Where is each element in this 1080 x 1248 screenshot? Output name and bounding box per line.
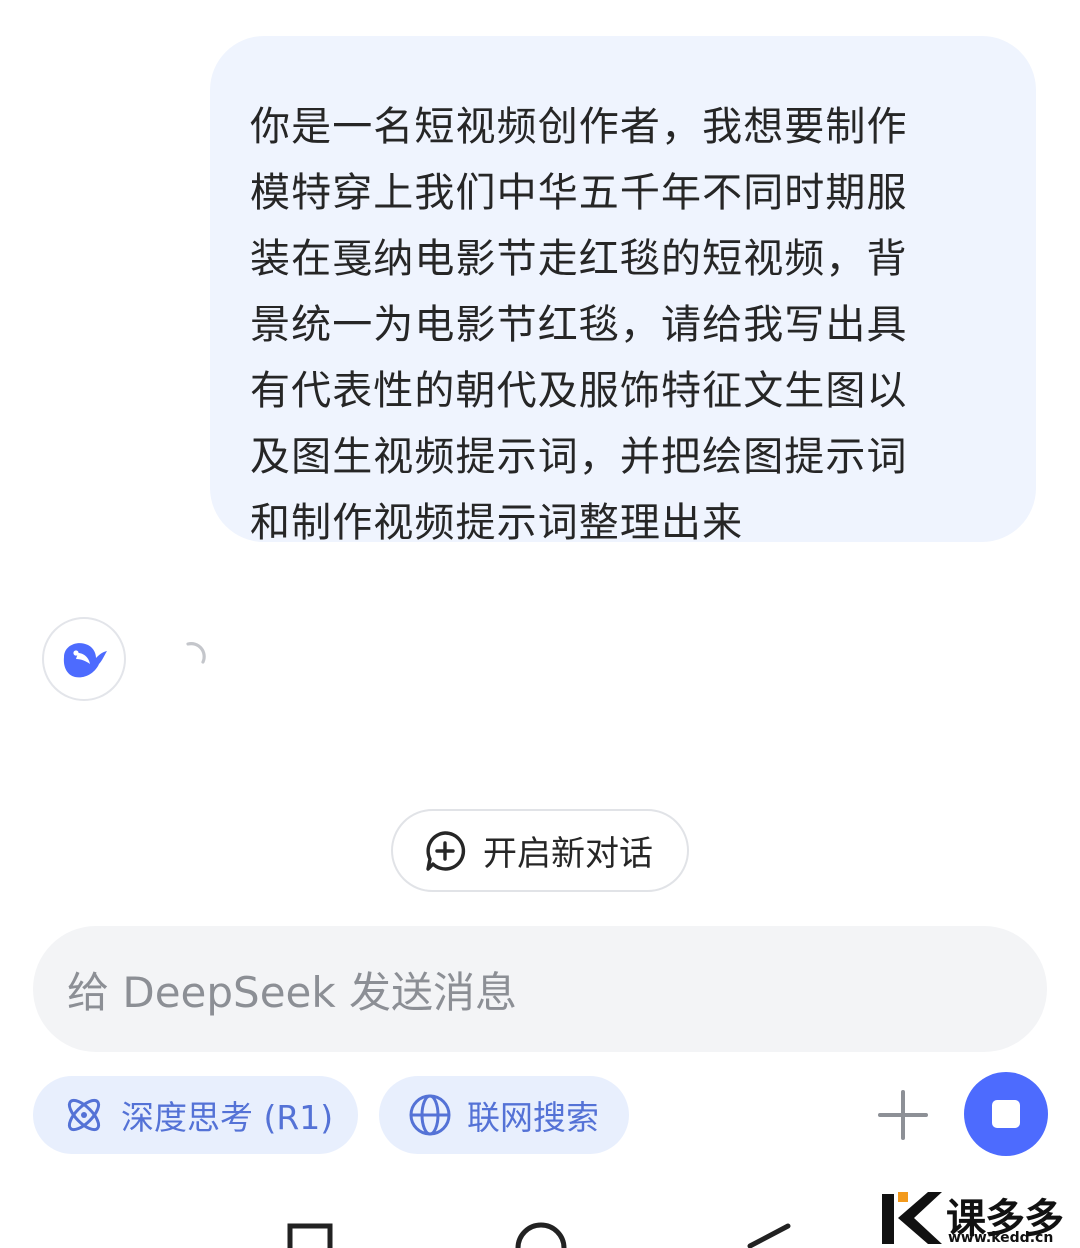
user-message-line: 有代表性的朝代及服饰特征文生图以: [250, 368, 908, 414]
user-message-bubble: 你是一名短视频创作者，我想要制作 模特穿上我们中华五千年不同时期服 装在戛纳电影…: [210, 36, 1036, 546]
deepseek-whale-icon: [63, 643, 107, 678]
user-message-line: 模特穿上我们中华五千年不同时期服: [250, 170, 908, 216]
recents-nav-icon[interactable]: [286, 1222, 334, 1248]
back-nav-icon[interactable]: [742, 1222, 792, 1248]
deepthink-label: 深度思考 (R1): [121, 1098, 334, 1137]
user-message-line: 及图生视频提示词，并把绘图提示词: [250, 434, 908, 480]
new-chat-button[interactable]: 开启新对话: [391, 809, 689, 892]
user-message-line: 景统一为电影节红毯，请给我写出具: [250, 302, 908, 348]
stop-button[interactable]: [964, 1072, 1048, 1156]
watermark-url: www.kedd.cn: [948, 1230, 1054, 1246]
kedd-logo-icon: [882, 1192, 942, 1244]
chat-plus-icon: [426, 830, 466, 871]
new-chat-label: 开启新对话: [483, 834, 653, 874]
message-input[interactable]: 给 DeepSeek 发送消息: [33, 926, 1047, 1052]
user-message-line: 装在戛纳电影节走红毯的短视频，背: [250, 236, 908, 282]
loading-spinner-icon: [186, 642, 206, 664]
atom-icon: [67, 1098, 101, 1132]
home-nav-icon[interactable]: [514, 1222, 568, 1248]
user-message-line: 你是一名短视频创作者，我想要制作: [250, 104, 908, 150]
assistant-avatar: [42, 617, 126, 701]
web-search-label: 联网搜索: [467, 1098, 599, 1137]
message-input-placeholder: 给 DeepSeek 发送消息: [67, 967, 518, 1017]
web-search-toggle[interactable]: 联网搜索: [379, 1076, 629, 1154]
deepthink-toggle[interactable]: 深度思考 (R1): [33, 1076, 358, 1154]
globe-icon: [409, 1094, 451, 1136]
watermark-logo: 课多多 www.kedd.cn: [878, 1184, 1080, 1248]
user-message-line: 和制作视频提示词整理出来: [250, 500, 744, 546]
plus-icon[interactable]: [876, 1088, 930, 1142]
stop-icon: [992, 1100, 1020, 1128]
